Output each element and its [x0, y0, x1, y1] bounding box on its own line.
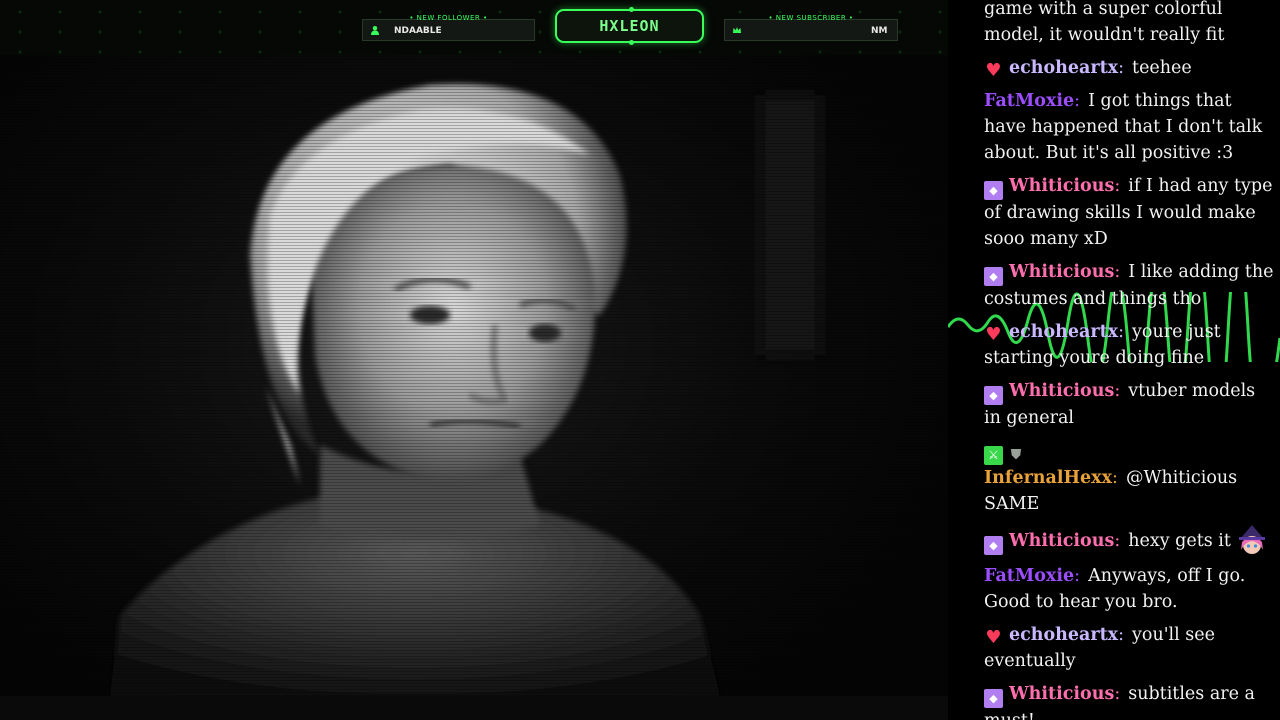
chat-message: ◆ Whiticious: hexy gets it	[984, 524, 1276, 556]
new-follower-name: NDAABLE	[394, 26, 442, 36]
diamond-badge-icon: ◆	[984, 181, 1003, 200]
channel-logo: HXLEON	[555, 7, 704, 45]
chat-colon: :	[1118, 322, 1125, 342]
new-follower-title: • NEW FOLLOWER •	[409, 14, 488, 22]
chat-message: FatMoxie: I got things that have happened…	[984, 88, 1276, 166]
diamond-badge-icon: ◆	[984, 267, 1003, 286]
heart-badge-icon: ♥	[985, 60, 1002, 81]
chat-colon: :	[1118, 625, 1125, 645]
game-video-feed	[0, 55, 948, 696]
logo-top-dot	[629, 7, 634, 12]
chat-text: model, it wouldn't really fit	[984, 25, 1225, 45]
chat-text: teehee	[1132, 58, 1192, 78]
chat-username[interactable]: Whiticious	[1009, 176, 1114, 196]
chat-messages: game with a super colorful model, it wou…	[984, 0, 1276, 720]
chat-username[interactable]: Whiticious	[1009, 262, 1114, 282]
heart-badge-icon: ♥	[985, 324, 1002, 345]
chat-username[interactable]: FatMoxie	[984, 91, 1074, 111]
chat-message: FatMoxie: Anyways, off I go. Good to hear…	[984, 563, 1276, 615]
chat-username[interactable]: Whiticious	[1009, 684, 1114, 704]
logo-bottom-dot	[629, 40, 634, 45]
chat-colon: :	[1114, 684, 1121, 704]
new-subscriber-alert: • NEW SUBSCRIBER • NM	[724, 14, 898, 41]
sword-badge-icon: ⚔	[984, 446, 1003, 465]
chat-username[interactable]: FatMoxie	[984, 566, 1074, 586]
chat-message: ♥ echoheartx: you'll see eventually	[984, 622, 1276, 674]
chat-colon: :	[1074, 566, 1081, 586]
chat-colon: :	[1118, 58, 1125, 78]
chat-text: hexy gets it	[1128, 531, 1231, 551]
video-bottom-strip	[0, 696, 948, 720]
chat-message: ♥ echoheartx: teehee	[984, 55, 1276, 81]
shield-badge-icon: ⛊	[1010, 447, 1022, 463]
witch-emote	[1235, 524, 1269, 556]
new-subscriber-name: NM	[871, 26, 888, 36]
chat-message: ♥ echoheartx: youre just starting youre do…	[984, 319, 1276, 371]
chat-username[interactable]: Whiticious	[1009, 531, 1114, 551]
chat-message: ◆ Whiticious: if I had any type of drawing…	[984, 173, 1276, 252]
channel-logo-text: HXLEON	[599, 17, 660, 35]
chat-message-list: ♥ echoheartx: teehee FatMoxie: I got things …	[984, 55, 1276, 720]
chat-username[interactable]: echoheartx	[1009, 625, 1118, 645]
chat-colon: :	[1114, 531, 1121, 551]
diamond-badge-icon: ◆	[984, 689, 1003, 708]
stream-layout: • NEW FOLLOWER • NDAABLE HXLEON • NEW SU…	[0, 0, 1280, 720]
chat-message: ◆ Whiticious: vtuber models in general	[984, 378, 1276, 431]
chat-message-partial: game with a super colorful model, it wou…	[984, 0, 1276, 48]
character-portrait-image	[110, 84, 820, 696]
chat-colon: :	[1074, 91, 1081, 111]
chat-message: ⚔ ⛊InfernalHexx: @Whiticious SAME	[984, 438, 1276, 517]
crown-icon	[731, 25, 742, 36]
new-subscriber-title: • NEW SUBSCRIBER •	[768, 14, 854, 22]
chat-message: ◆Whiticious:subtitles are a must!	[984, 681, 1276, 720]
chat-username[interactable]: echoheartx	[1009, 322, 1118, 342]
stream-overlay-topbar: • NEW FOLLOWER • NDAABLE HXLEON • NEW SU…	[0, 0, 948, 55]
user-icon	[369, 25, 380, 36]
chat-username[interactable]: echoheartx	[1009, 58, 1118, 78]
chat-username[interactable]: InfernalHexx	[984, 468, 1112, 488]
heart-badge-icon: ♥	[985, 627, 1002, 648]
chat-panel[interactable]: game with a super colorful model, it wou…	[948, 0, 1280, 720]
diamond-badge-icon: ◆	[984, 536, 1003, 555]
chat-colon: :	[1114, 381, 1121, 401]
new-follower-alert: • NEW FOLLOWER • NDAABLE	[362, 14, 535, 41]
chat-username[interactable]: Whiticious	[1009, 381, 1114, 401]
chat-colon: :	[1114, 262, 1121, 282]
chat-colon: :	[1112, 468, 1118, 488]
chat-message: ◆ Whiticious: I like adding the costumes a…	[984, 259, 1276, 312]
diamond-badge-icon: ◆	[984, 386, 1003, 405]
chat-colon: :	[1114, 176, 1121, 196]
chat-text: game with a super colorful	[984, 0, 1223, 19]
